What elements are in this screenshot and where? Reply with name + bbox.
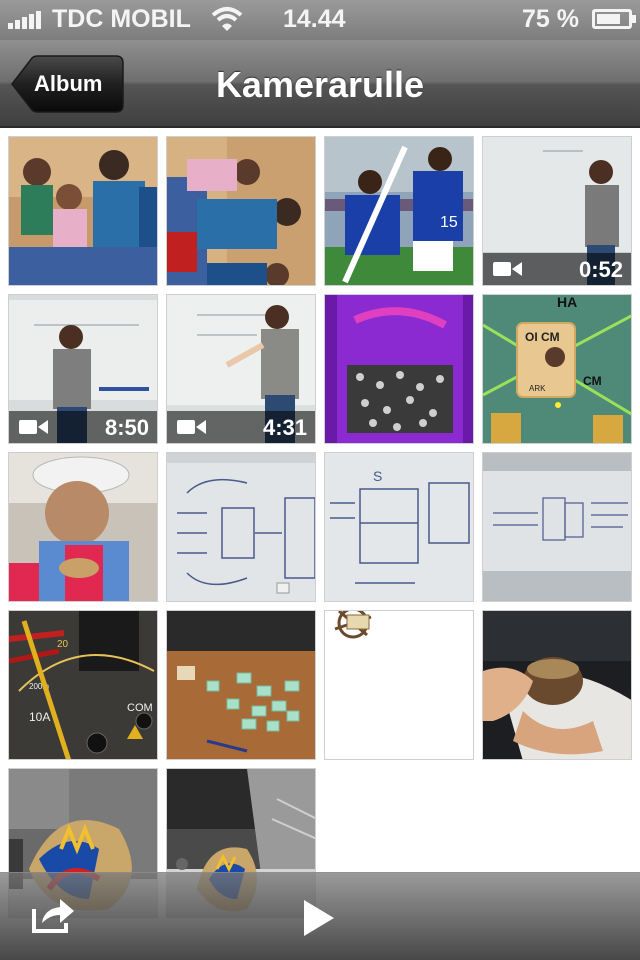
svg-text:S: S — [373, 468, 382, 484]
battery-icon — [592, 9, 636, 29]
bottom-toolbar — [0, 872, 640, 960]
photo-thumbnail[interactable] — [482, 610, 632, 760]
album-back-button[interactable]: Album — [10, 55, 124, 113]
photo-grid: 15 0:52 8:50 4:31 HA OI CM ARK CM S 20 2… — [0, 130, 640, 920]
video-camera-icon — [19, 420, 48, 434]
svg-text:HA: HA — [557, 295, 577, 310]
status-bar: TDC MOBIL 14.44 75 % — [0, 0, 640, 40]
photo-thumbnail[interactable]: HA OI CM ARK CM — [482, 294, 632, 444]
photo-thumbnail[interactable]: 20 200m 10A COM — [8, 610, 158, 760]
video-camera-icon — [177, 420, 206, 434]
video-info-bar: 8:50 — [9, 411, 157, 443]
video-duration: 0:52 — [578, 257, 623, 282]
video-thumbnail[interactable]: 4:31 — [166, 294, 316, 444]
svg-text:20: 20 — [57, 639, 69, 650]
page-title: Kamerarulle — [215, 64, 425, 105]
svg-text:CM: CM — [583, 374, 602, 388]
photo-thumbnail[interactable] — [166, 136, 316, 286]
svg-text:OI CM: OI CM — [525, 330, 560, 344]
signal-bars-icon — [8, 11, 43, 29]
video-camera-icon — [493, 262, 522, 276]
photo-thumbnail[interactable]: 15 — [324, 136, 474, 286]
play-icon[interactable] — [302, 899, 336, 937]
battery-percentage: 75 % — [522, 5, 579, 33]
photo-thumbnail[interactable] — [166, 610, 316, 760]
photo-thumbnail[interactable] — [482, 452, 632, 602]
photo-thumbnail[interactable] — [324, 610, 474, 760]
share-icon[interactable] — [30, 895, 78, 935]
photo-thumbnail[interactable]: S — [324, 452, 474, 602]
video-thumbnail[interactable]: 0:52 — [482, 136, 632, 286]
svg-text:15: 15 — [440, 214, 458, 231]
navigation-bar: Album Kamerarulle — [0, 40, 640, 128]
photo-thumbnail[interactable] — [166, 452, 316, 602]
photo-thumbnail[interactable] — [8, 452, 158, 602]
video-thumbnail[interactable]: 8:50 — [8, 294, 158, 444]
video-info-bar: 4:31 — [167, 411, 315, 443]
svg-text:10A: 10A — [29, 710, 50, 724]
wifi-icon — [211, 7, 243, 31]
svg-text:COM: COM — [127, 702, 153, 714]
clock: 14.44 — [283, 5, 346, 33]
video-duration: 8:50 — [104, 415, 149, 440]
photo-thumbnail[interactable] — [324, 294, 474, 444]
video-info-bar: 0:52 — [483, 253, 631, 285]
photo-thumbnail[interactable] — [8, 136, 158, 286]
video-duration: 4:31 — [262, 415, 307, 440]
svg-text:ARK: ARK — [529, 384, 546, 393]
back-button-label: Album — [34, 71, 103, 96]
carrier-name: TDC MOBIL — [52, 5, 191, 33]
